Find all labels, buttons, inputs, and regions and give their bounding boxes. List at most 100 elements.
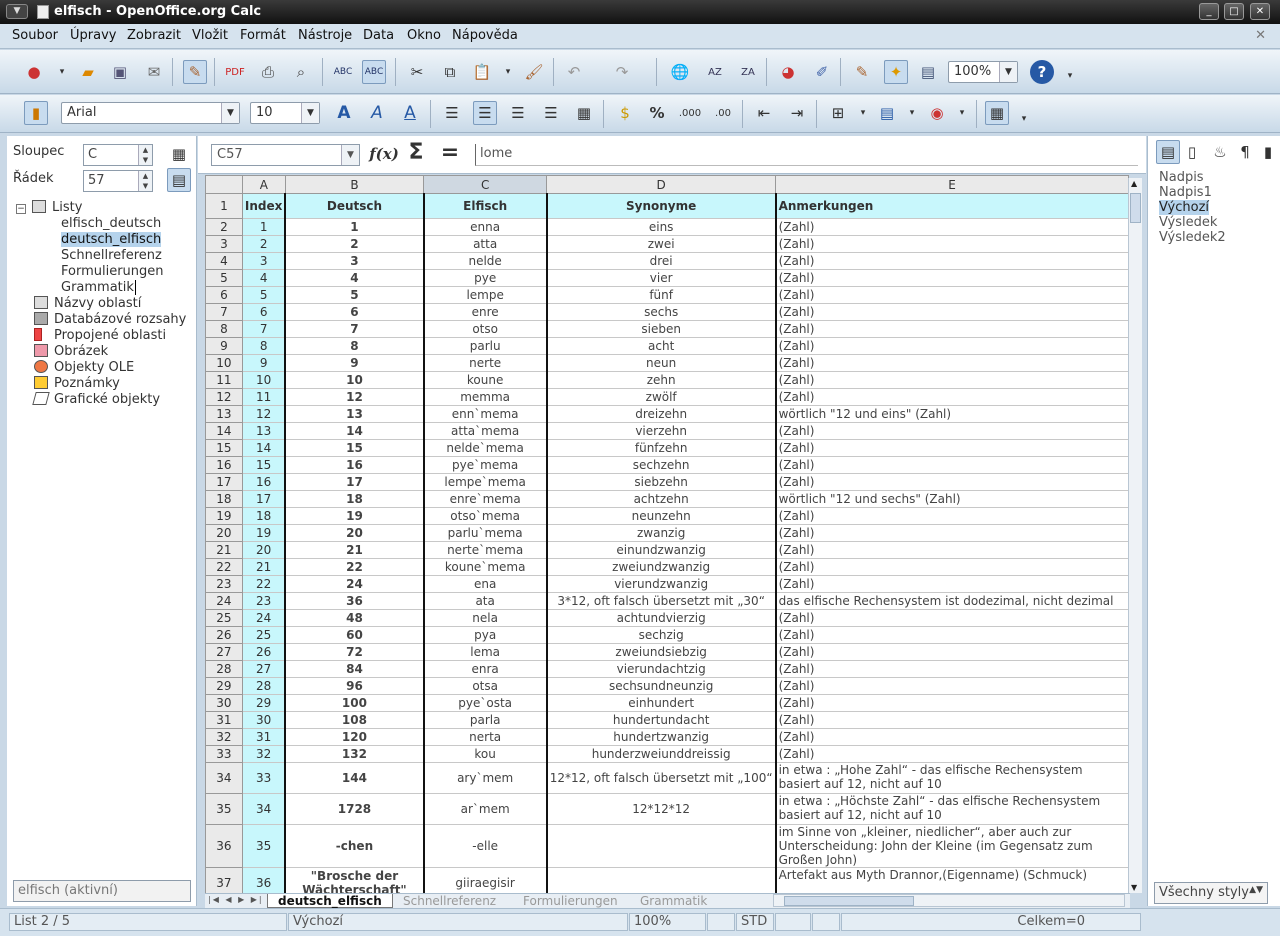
corner-cell[interactable] [205,175,243,194]
column-header-c[interactable]: C [423,175,548,194]
merge-cells-icon[interactable]: ▦ [572,101,596,125]
cell[interactable]: atta [423,235,548,253]
cell[interactable]: pye`mema [423,456,548,474]
tree-sheets-root[interactable]: − Listy [16,200,82,215]
cell[interactable]: 15 [284,439,425,457]
cell[interactable]: (Zahl) [775,371,1129,389]
row-header[interactable]: 7 [205,303,243,321]
row-header[interactable]: 2 [205,218,243,236]
cell[interactable]: pye [423,269,548,287]
align-right-icon[interactable]: ☰ [506,101,530,125]
cell[interactable]: 16 [241,473,286,491]
cell[interactable]: nela [423,609,548,627]
row-header[interactable]: 13 [205,405,243,423]
cell[interactable]: (Zahl) [775,320,1129,338]
tree-database-ranges[interactable]: Databázové rozsahy [34,312,186,327]
italic-icon[interactable]: A [365,101,389,125]
cell[interactable]: enre [423,303,548,321]
menu-insert[interactable]: Vložit [192,28,228,43]
cell[interactable]: 30 [241,711,286,729]
open-icon[interactable]: ▰ [76,60,100,84]
cell[interactable]: 10 [241,371,286,389]
cell[interactable]: 8 [241,337,286,355]
bold-icon[interactable]: A [332,101,356,125]
fill-format-icon[interactable]: ♨ [1208,140,1232,164]
cell[interactable]: einundzwanzig [546,541,777,559]
tree-sheet-item[interactable]: elfisch_deutsch [61,216,161,231]
tree-sheet-item[interactable]: Schnellreferenz [61,248,162,263]
style-filter-combo[interactable]: Všechny styly ▲▼ [1154,882,1268,904]
cell[interactable]: enra [423,660,548,678]
cell[interactable]: 35 [241,824,286,868]
row-header[interactable]: 36 [205,824,243,868]
row-header[interactable]: 27 [205,643,243,661]
tab-schnellreferenz[interactable]: Schnellreferenz [393,894,506,908]
tree-ole-objects[interactable]: Objekty OLE [34,360,134,375]
column-header-b[interactable]: B [284,175,425,194]
formula-input[interactable]: lome [475,144,1138,166]
cell[interactable]: (Zahl) [775,660,1129,678]
cell[interactable]: 3 [241,252,286,270]
currency-icon[interactable]: $ [613,101,637,125]
menu-view[interactable]: Zobrazit [127,28,181,43]
cell[interactable]: otso`mema [423,507,548,525]
cell[interactable]: 84 [284,660,425,678]
cell[interactable]: (Zahl) [775,303,1129,321]
paste-icon[interactable]: 📋 [470,60,494,84]
cell[interactable]: enna [423,218,548,236]
page-styles-icon[interactable]: ▯ [1180,140,1204,164]
cell[interactable]: fünfzehn [546,439,777,457]
cell[interactable]: 27 [241,660,286,678]
cell[interactable]: 6 [284,303,425,321]
cell[interactable]: (Zahl) [775,507,1129,525]
tab-navigation-icons[interactable]: |◀ ◀ ▶ ▶| [208,895,264,904]
cell[interactable]: hundertzwanzig [546,728,777,746]
window-menu-button[interactable]: ▼ [6,4,28,19]
cell[interactable]: -elle [423,824,548,868]
style-item-selected[interactable]: Výchozí [1159,200,1210,215]
format-paintbrush-icon[interactable]: 🖌 [522,60,546,84]
cell[interactable]: koune`mema [423,558,548,576]
tree-notes[interactable]: Poznámky [34,376,120,391]
tree-images[interactable]: Obrázek [34,344,108,359]
cell[interactable]: (Zahl) [775,694,1129,712]
row-header[interactable]: 34 [205,762,243,794]
new-document-icon[interactable]: ● [22,60,46,84]
cell[interactable]: (Zahl) [775,218,1129,236]
close-button[interactable]: ✕ [1250,3,1270,20]
align-left-icon[interactable]: ☰ [440,101,464,125]
background-color-icon[interactable]: ▤ [875,101,899,125]
menu-window[interactable]: Okno [407,28,441,43]
row-header[interactable]: 21 [205,541,243,559]
row-header[interactable]: 8 [205,320,243,338]
tree-sheet-item-selected[interactable]: deutsch_elfisch [61,232,162,247]
hyperlink-icon[interactable]: 🌐 [668,60,692,84]
horizontal-scroll-thumb[interactable] [784,896,914,906]
navigator-icon[interactable]: ✦ [884,60,908,84]
cell[interactable]: pye`osta [423,694,548,712]
style-item[interactable]: Nadpis1 [1159,185,1212,200]
cell[interactable]: vierundzwanzig [546,575,777,593]
cell[interactable]: nelde`mema [423,439,548,457]
cell[interactable]: (Zahl) [775,337,1129,355]
cell[interactable]: wörtlich "12 und eins" (Zahl) [775,405,1129,423]
cell[interactable]: eins [546,218,777,236]
tree-sheet-item[interactable]: Grammatik [61,280,136,295]
cell[interactable]: 21 [241,558,286,576]
row-header[interactable]: 16 [205,456,243,474]
cell[interactable]: (Zahl) [775,235,1129,253]
cell[interactable]: atta`mema [423,422,548,440]
cell[interactable]: sechsundneunzig [546,677,777,695]
cell[interactable]: 1 [241,218,286,236]
cell[interactable]: 25 [241,626,286,644]
cell[interactable]: 18 [284,490,425,508]
new-style-icon[interactable]: ¶ [1233,140,1257,164]
cell[interactable]: (Zahl) [775,745,1129,763]
name-box[interactable]: C57 ▼ [211,144,360,166]
menu-data[interactable]: Data [363,28,394,43]
cell[interactable]: 120 [284,728,425,746]
find-replace-icon[interactable]: ✎ [850,60,874,84]
cell[interactable]: 5 [284,286,425,304]
collapse-icon[interactable]: − [16,204,26,214]
row-header[interactable]: 15 [205,439,243,457]
